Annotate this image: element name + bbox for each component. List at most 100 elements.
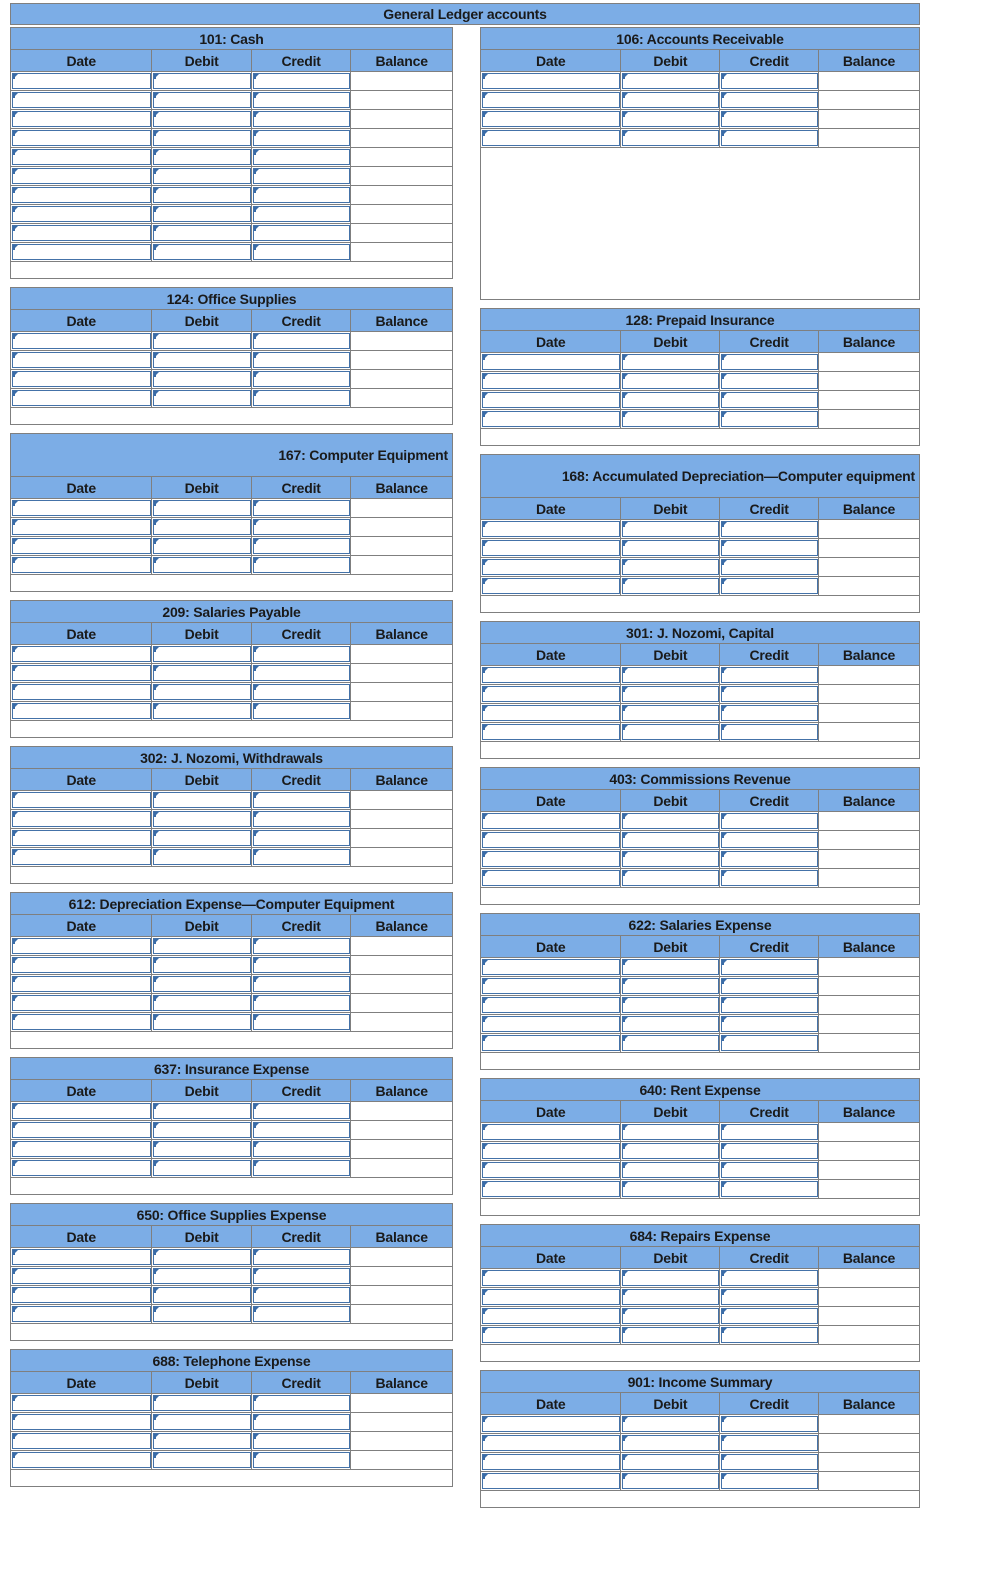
entry-cell-debit[interactable] <box>620 557 721 577</box>
entry-cell-date[interactable] <box>479 703 622 723</box>
entry-cell-date[interactable] <box>479 684 622 704</box>
entry-cell-credit[interactable] <box>719 1325 819 1345</box>
credit-input[interactable] <box>729 979 815 993</box>
date-input[interactable] <box>490 393 618 407</box>
entry-cell-credit[interactable] <box>250 1120 352 1140</box>
entry-cell-date[interactable] <box>479 1325 622 1345</box>
entry-cell-credit[interactable] <box>250 1101 352 1121</box>
date-input[interactable] <box>490 74 618 88</box>
entry-cell-date[interactable] <box>9 71 153 91</box>
date-input[interactable] <box>20 1307 149 1321</box>
entry-cell-date[interactable] <box>9 555 153 575</box>
debit-input[interactable] <box>630 960 717 974</box>
entry-cell-date[interactable] <box>479 830 622 850</box>
entry-cell-debit[interactable] <box>620 90 721 110</box>
entry-cell-date[interactable] <box>9 1431 153 1451</box>
entry-cell-debit[interactable] <box>620 1122 721 1142</box>
date-input[interactable] <box>20 850 149 864</box>
date-input[interactable] <box>20 1453 149 1467</box>
entry-cell-date[interactable] <box>9 109 153 129</box>
entry-cell-debit[interactable] <box>151 71 252 91</box>
credit-input[interactable] <box>729 131 815 145</box>
entry-cell-date[interactable] <box>479 576 622 596</box>
entry-cell-debit[interactable] <box>151 128 252 148</box>
entry-cell-date[interactable] <box>479 811 622 831</box>
credit-input[interactable] <box>729 1017 815 1031</box>
entry-cell-debit[interactable] <box>620 811 721 831</box>
entry-cell-credit[interactable] <box>719 976 819 996</box>
debit-input[interactable] <box>161 831 248 845</box>
entry-cell-credit[interactable] <box>719 109 819 129</box>
debit-input[interactable] <box>161 372 248 386</box>
debit-input[interactable] <box>161 226 248 240</box>
date-input[interactable] <box>20 685 149 699</box>
entry-cell-date[interactable] <box>9 1101 153 1121</box>
entry-cell-credit[interactable] <box>250 701 352 721</box>
entry-cell-credit[interactable] <box>719 557 819 577</box>
credit-input[interactable] <box>729 960 815 974</box>
entry-cell-debit[interactable] <box>151 166 252 186</box>
entry-cell-date[interactable] <box>479 1179 622 1199</box>
debit-input[interactable] <box>630 355 717 369</box>
entry-cell-date[interactable] <box>479 390 622 410</box>
credit-input[interactable] <box>260 1434 348 1448</box>
credit-input[interactable] <box>729 1182 815 1196</box>
entry-cell-debit[interactable] <box>620 538 721 558</box>
entry-cell-debit[interactable] <box>151 369 252 389</box>
debit-input[interactable] <box>630 93 717 107</box>
debit-input[interactable] <box>630 1017 717 1031</box>
entry-cell-date[interactable] <box>479 1306 622 1326</box>
credit-input[interactable] <box>729 998 815 1012</box>
debit-input[interactable] <box>161 539 248 553</box>
date-input[interactable] <box>490 1417 618 1431</box>
entry-cell-debit[interactable] <box>151 331 252 351</box>
entry-cell-date[interactable] <box>9 1266 153 1286</box>
debit-input[interactable] <box>630 852 717 866</box>
entry-cell-credit[interactable] <box>719 576 819 596</box>
date-input[interactable] <box>490 960 618 974</box>
entry-cell-credit[interactable] <box>250 1412 352 1432</box>
entry-cell-date[interactable] <box>9 242 153 262</box>
entry-cell-debit[interactable] <box>151 1393 252 1413</box>
entry-cell-debit[interactable] <box>151 847 252 867</box>
entry-cell-date[interactable] <box>9 1120 153 1140</box>
date-input[interactable] <box>20 150 149 164</box>
entry-cell-credit[interactable] <box>250 682 352 702</box>
entry-cell-date[interactable] <box>479 71 622 91</box>
entry-cell-debit[interactable] <box>620 1433 721 1453</box>
entry-cell-credit[interactable] <box>250 166 352 186</box>
entry-cell-debit[interactable] <box>620 1141 721 1161</box>
credit-input[interactable] <box>729 1436 815 1450</box>
debit-input[interactable] <box>161 793 248 807</box>
credit-input[interactable] <box>729 374 815 388</box>
entry-cell-date[interactable] <box>479 1433 622 1453</box>
entry-cell-debit[interactable] <box>620 995 721 1015</box>
date-input[interactable] <box>490 541 618 555</box>
entry-cell-debit[interactable] <box>620 409 721 429</box>
date-input[interactable] <box>490 706 618 720</box>
credit-input[interactable] <box>260 1415 348 1429</box>
credit-input[interactable] <box>260 245 348 259</box>
date-input[interactable] <box>490 374 618 388</box>
credit-input[interactable] <box>260 1453 348 1467</box>
entry-cell-credit[interactable] <box>250 71 352 91</box>
date-input[interactable] <box>490 1017 618 1031</box>
entry-cell-date[interactable] <box>9 128 153 148</box>
date-input[interactable] <box>490 852 618 866</box>
date-input[interactable] <box>490 1144 618 1158</box>
entry-cell-credit[interactable] <box>719 1452 819 1472</box>
debit-input[interactable] <box>630 1474 717 1488</box>
entry-cell-debit[interactable] <box>151 955 252 975</box>
entry-cell-debit[interactable] <box>151 109 252 129</box>
entry-cell-debit[interactable] <box>620 976 721 996</box>
entry-cell-credit[interactable] <box>250 109 352 129</box>
debit-input[interactable] <box>161 939 248 953</box>
date-input[interactable] <box>490 579 618 593</box>
credit-input[interactable] <box>260 226 348 240</box>
entry-cell-date[interactable] <box>479 352 622 372</box>
entry-cell-credit[interactable] <box>250 828 352 848</box>
debit-input[interactable] <box>161 207 248 221</box>
debit-input[interactable] <box>161 391 248 405</box>
credit-input[interactable] <box>260 188 348 202</box>
entry-cell-date[interactable] <box>479 1414 622 1434</box>
